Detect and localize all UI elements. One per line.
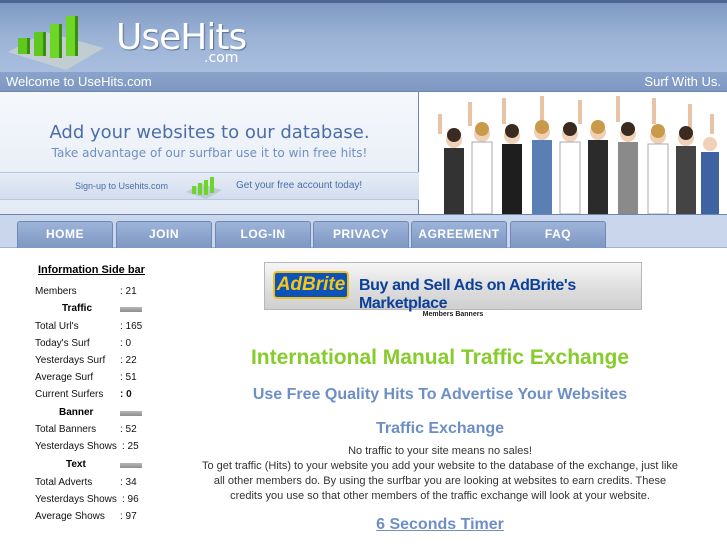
- nav-faq[interactable]: FAQ: [510, 221, 606, 248]
- tagline-text: Surf With Us.: [644, 74, 721, 89]
- free-account-text[interactable]: Get your free account today!: [236, 180, 362, 191]
- stat-text-yesterdays-shows: Yesterdays Shows : 96: [35, 494, 139, 505]
- sidebar-title: Information Side bar: [38, 264, 145, 276]
- nav-privacy[interactable]: PRIVACY: [313, 221, 409, 248]
- welcome-bar: Welcome to UseHits.com Surf With Us.: [0, 72, 727, 91]
- nav-agreement[interactable]: AGREEMENT: [411, 221, 507, 248]
- stat-label: Today's Surf: [35, 338, 90, 349]
- stat-label: Average Shows: [35, 511, 105, 522]
- stat-label: Yesterdays Surf: [35, 355, 106, 366]
- stat-value: : 22: [120, 355, 137, 366]
- paragraph-line: To get traffic (Hits) to your website yo…: [201, 460, 679, 472]
- stat-total-adverts: Total Adverts : 34: [35, 477, 137, 488]
- stat-value: : 51: [120, 372, 137, 383]
- main-nav: HOME JOIN LOG-IN PRIVACY AGREEMENT FAQ: [0, 215, 727, 248]
- paragraph-line: credits you use so that other members of…: [230, 490, 650, 502]
- stat-value: : 96: [122, 494, 139, 505]
- signup-text[interactable]: Sign-up to Usehits.com: [75, 181, 168, 191]
- stat-label: Yesterdays Shows: [35, 494, 117, 505]
- stat-label: Total Url's: [35, 321, 79, 332]
- stat-label: Total Adverts: [35, 477, 93, 488]
- seconds-timer-link[interactable]: 6 Seconds Timer: [190, 516, 690, 534]
- stat-value: : 165: [120, 321, 143, 332]
- stat-todays-surf: Today's Surf : 0: [35, 338, 131, 349]
- site-header: UseHits .com: [0, 0, 727, 72]
- stat-value: : 25: [122, 441, 139, 452]
- cheering-crowd-image: [420, 92, 727, 214]
- stat-yesterdays-surf: Yesterdays Surf : 22: [35, 355, 137, 366]
- logo-domain: .com: [204, 50, 239, 66]
- section-heading: Banner: [59, 407, 94, 418]
- signup-strip[interactable]: Sign-up to Usehits.com Get your free acc…: [0, 172, 419, 200]
- paragraph-line: all other members do. By using the surfb…: [213, 475, 667, 487]
- stat-value: : 34: [120, 477, 137, 488]
- stat-total-urls: Total Url's : 165: [35, 321, 142, 332]
- section-title: Traffic Exchange: [375, 420, 505, 437]
- ad-text: Buy and Sell Ads on AdBrite's Marketplac…: [359, 277, 576, 312]
- stat-label: Current Surfers: [35, 389, 104, 400]
- section-divider: [120, 307, 142, 312]
- stat-average-surf: Average Surf : 51: [35, 372, 137, 383]
- mini-bar-chart-icon: [186, 177, 222, 199]
- nav-home[interactable]: HOME: [17, 221, 113, 248]
- stat-value: : 0: [120, 389, 132, 400]
- bar-chart-logo-icon: [8, 16, 104, 70]
- stat-average-shows: Average Shows : 97: [35, 511, 137, 522]
- stat-value: : 97: [120, 511, 137, 522]
- information-sidebar: Information Side bar Members : 21 Traffi…: [0, 249, 185, 545]
- stat-value: : 21: [120, 286, 137, 297]
- stat-members: Members : 21: [35, 286, 137, 297]
- hero-title: Add your websites to our database.: [49, 122, 370, 143]
- section-heading: Traffic: [62, 303, 93, 314]
- stat-banner-yesterdays-shows: Yesterdays Shows : 25: [35, 441, 139, 452]
- adbrite-ad-banner[interactable]: AdBrite Buy and Sell Ads on AdBrite's Ma…: [264, 262, 642, 312]
- stat-current-surfers: Current Surfers : 0: [35, 389, 132, 400]
- stat-label: Average Surf: [35, 372, 94, 383]
- members-banners-label: Members Banners: [422, 311, 484, 318]
- stat-label: Total Banners: [35, 424, 97, 435]
- stat-value: : 0: [120, 338, 132, 349]
- hero-banner: Add your websites to our database. Take …: [0, 91, 727, 215]
- section-heading: Text: [66, 459, 86, 470]
- stat-label: Members: [35, 286, 77, 297]
- main-headline: International Manual Traffic Exchange: [250, 346, 630, 369]
- hero-promo[interactable]: Add your websites to our database. Take …: [0, 92, 419, 214]
- welcome-text: Welcome to UseHits.com: [6, 74, 152, 89]
- main-subheadline: Use Free Quality Hits To Advertise Your …: [252, 386, 628, 403]
- hero-subtitle: Take advantage of our surfbar use it to …: [51, 146, 368, 160]
- section-divider: [120, 463, 142, 468]
- stat-total-banners: Total Banners : 52: [35, 424, 137, 435]
- nav-join[interactable]: JOIN: [116, 221, 212, 248]
- section-divider: [120, 411, 142, 416]
- paragraph-line: No traffic to your site means no sales!: [348, 445, 532, 457]
- stat-value: : 52: [120, 424, 137, 435]
- adbrite-logo: AdBrite: [273, 271, 349, 299]
- stat-label: Yesterdays Shows: [35, 441, 117, 452]
- nav-log-in[interactable]: LOG-IN: [215, 221, 311, 248]
